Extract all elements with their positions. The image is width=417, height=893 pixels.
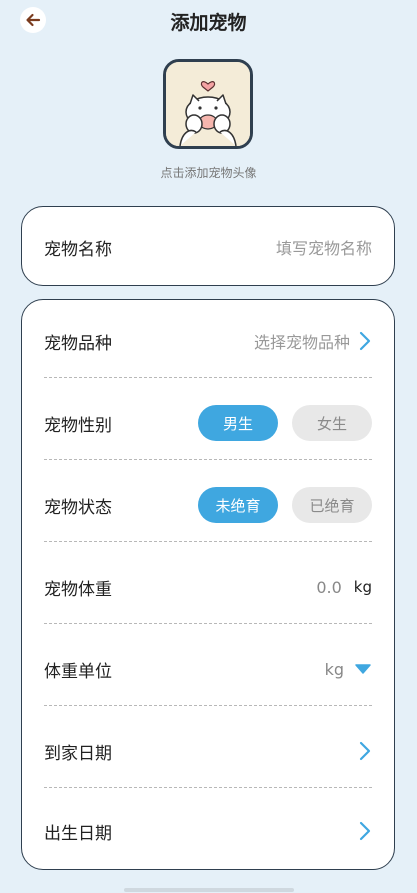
weight-label: 宠物体重	[44, 579, 112, 600]
pet-name-input[interactable]: 填写宠物名称	[276, 235, 372, 259]
weight-input[interactable]: 0.0	[316, 578, 341, 597]
status-label: 宠物状态	[44, 497, 112, 518]
header: 添加宠物	[0, 0, 417, 40]
weight-unit-label: 体重单位	[44, 661, 112, 682]
weight-unit-value: kg	[324, 659, 344, 679]
gender-row: 宠物性别 男生 女生	[44, 382, 372, 464]
weight-row[interactable]: 宠物体重 0.0 kg	[44, 546, 372, 628]
divider	[44, 623, 372, 624]
status-row: 宠物状态 未绝育 已绝育	[44, 464, 372, 546]
chevron-right-icon	[359, 331, 371, 351]
pet-name-card: 宠物名称 填写宠物名称	[21, 206, 395, 286]
weight-unit-row[interactable]: 体重单位 kg	[44, 628, 372, 710]
divider	[44, 705, 372, 706]
breed-label: 宠物品种	[44, 333, 112, 354]
gender-male-toggle[interactable]: 男生	[198, 405, 278, 441]
home-indicator	[124, 888, 294, 892]
avatar-picker[interactable]	[163, 59, 253, 149]
arrival-date-row[interactable]: 到家日期	[44, 710, 372, 792]
status-neutered-toggle[interactable]: 已绝育	[292, 487, 372, 523]
gender-female-toggle[interactable]: 女生	[292, 405, 372, 441]
divider	[44, 787, 372, 788]
birth-date-row[interactable]: 出生日期	[44, 790, 372, 872]
avatar-hint: 点击添加宠物头像	[160, 166, 257, 180]
gender-label: 宠物性别	[44, 415, 112, 436]
status-unneutered-toggle[interactable]: 未绝育	[198, 487, 278, 523]
birth-date-label: 出生日期	[44, 823, 112, 844]
pet-details-card: 宠物品种 选择宠物品种 宠物性别 男生 女生 宠物状态 未绝育 已绝育 宠物体重…	[21, 299, 395, 870]
chevron-right-icon	[359, 821, 371, 841]
breed-select-value: 选择宠物品种	[253, 333, 350, 352]
arrival-date-label: 到家日期	[44, 743, 112, 764]
pet-name-label: 宠物名称	[44, 239, 112, 260]
chevron-right-icon	[359, 741, 371, 761]
weight-unit-suffix: kg	[353, 578, 372, 596]
breed-row[interactable]: 宠物品种 选择宠物品种	[44, 300, 372, 382]
divider	[44, 459, 372, 460]
divider	[44, 377, 372, 378]
cat-paw-illustration	[166, 62, 250, 146]
pet-name-row[interactable]: 宠物名称 填写宠物名称	[44, 206, 372, 288]
page-title: 添加宠物	[170, 12, 247, 34]
divider	[44, 541, 372, 542]
caret-down-icon	[355, 664, 371, 674]
